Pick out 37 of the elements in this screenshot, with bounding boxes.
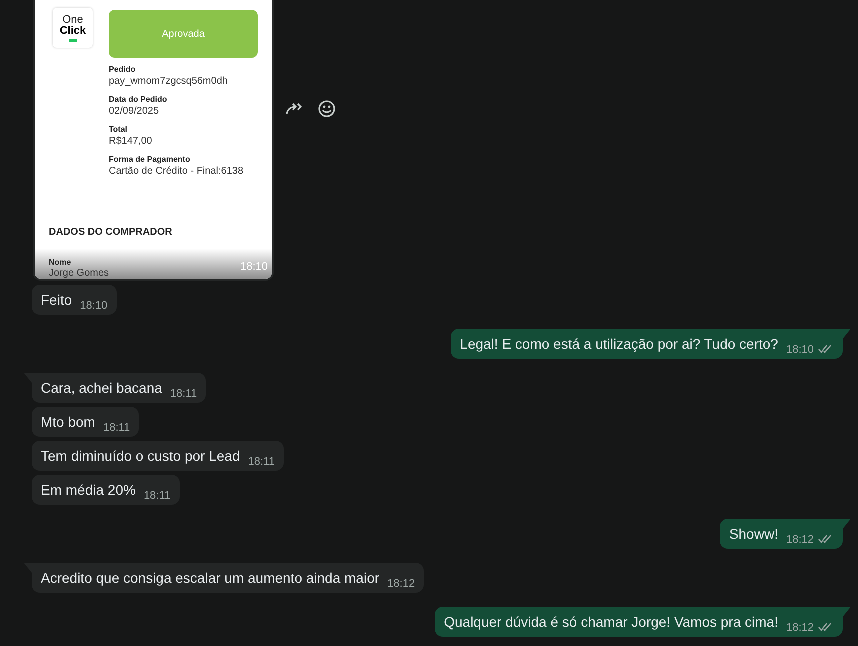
buyer-label: Nome xyxy=(49,257,72,269)
message-text: Mto bom xyxy=(41,413,96,432)
message-time: 18:10 xyxy=(80,300,108,312)
buyer-value: Jorge Gomes xyxy=(49,268,110,279)
message-text: Showw! xyxy=(729,525,778,544)
message-time: 18:11 xyxy=(144,490,171,502)
field-label: Forma de Pagamento xyxy=(109,154,192,165)
message-text: Cara, achei bacana xyxy=(41,379,162,398)
message-time: 18:10 xyxy=(786,344,814,356)
message-text: Tem diminuído o custo por Lead xyxy=(41,447,240,466)
section-title: DADOS DO COMPRADOR xyxy=(49,226,172,240)
field-label: Total xyxy=(109,124,129,135)
message-time: 18:11 xyxy=(103,422,130,434)
field-value: R$147,00 xyxy=(109,135,154,148)
field-value: Cartão de Crédito - Final:6138 xyxy=(109,165,245,178)
message-time: 18:12 xyxy=(786,534,814,546)
message-text: Legal! E como está a utilização por ai? Tudo certo? xyxy=(460,335,778,354)
message-text: Feito xyxy=(41,291,72,310)
message-time: 18:11 xyxy=(248,456,275,468)
double-check-icon xyxy=(818,344,834,354)
field-label: Data do Pedido xyxy=(109,94,168,105)
field-value: pay_wmom7zgcsq56m0dh xyxy=(109,75,229,88)
message-text: Acredito que consiga escalar um aumento ainda maior xyxy=(41,569,380,588)
field-value: 02/09/2025 xyxy=(109,105,160,118)
message-time: 18:11 xyxy=(170,388,198,400)
double-check-icon xyxy=(818,622,834,632)
message-time: 18:12 xyxy=(388,578,416,590)
message-time: 18:12 xyxy=(786,622,814,634)
field-label: Pedido xyxy=(109,64,137,75)
logo: One Click xyxy=(53,8,93,48)
double-check-icon xyxy=(818,534,834,544)
message-text: Em média 20% xyxy=(41,481,136,500)
approved-status-button[interactable]: Aprovada xyxy=(109,10,258,58)
message-time: 18:10 xyxy=(240,260,268,274)
forward-icon[interactable] xyxy=(286,102,304,116)
emoji-icon[interactable] xyxy=(318,100,336,118)
message-text: Qualquer dúvida é só chamar Jorge! Vamos pra cima! xyxy=(444,613,778,632)
